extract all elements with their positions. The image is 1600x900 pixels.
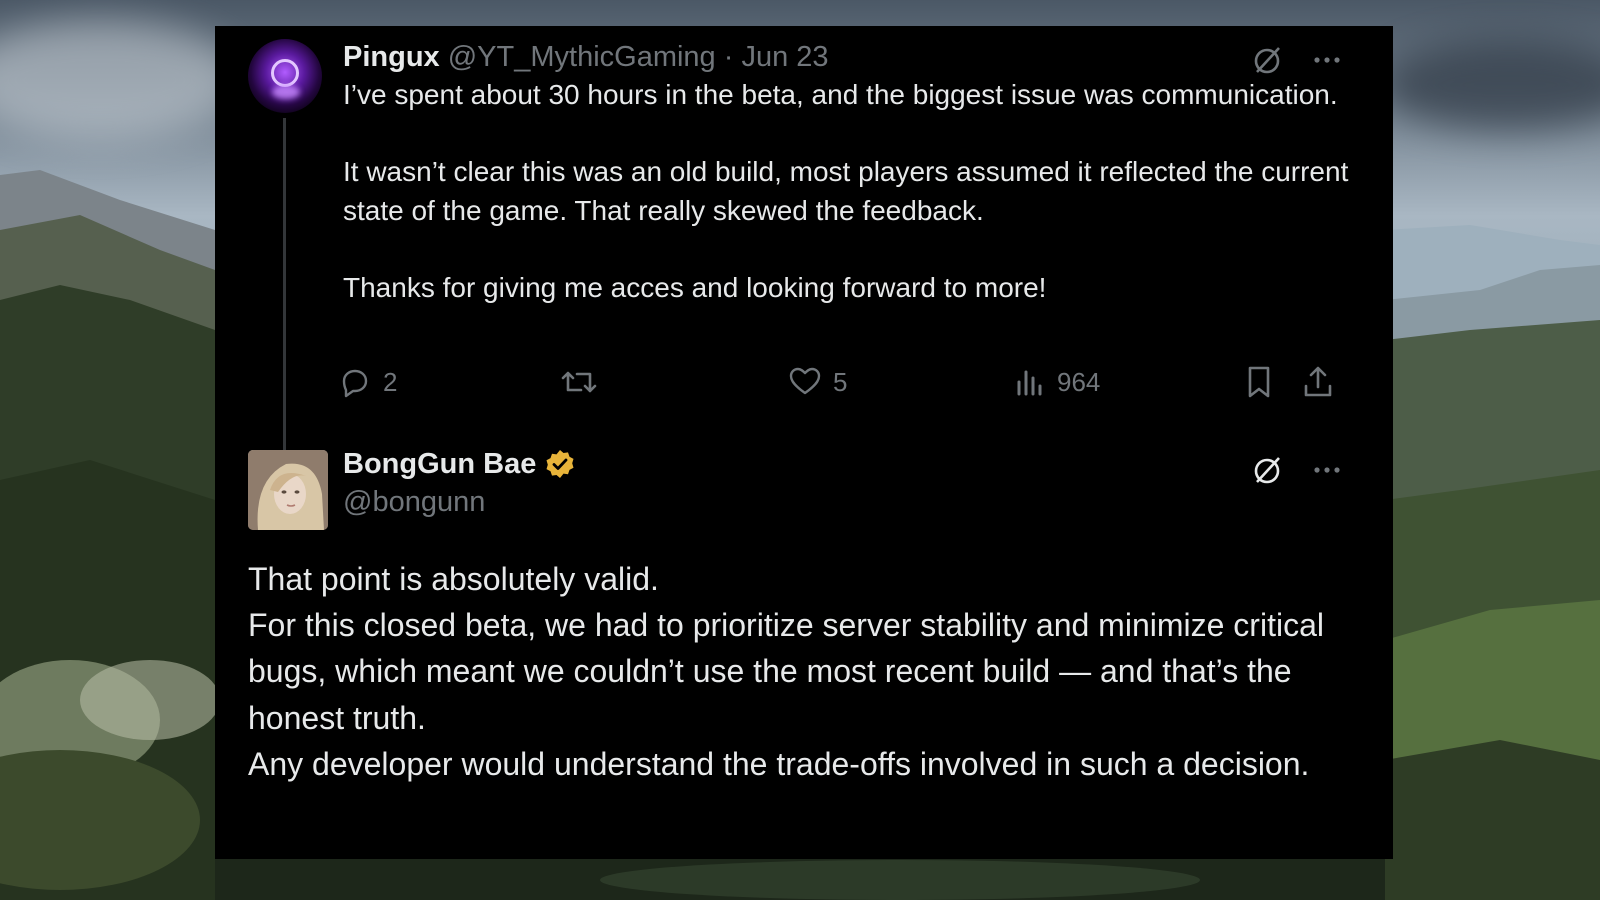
user-handle[interactable]: @YT_MythicGaming	[448, 41, 716, 73]
tweet-paragraph: It wasn’t clear this was an old build, m…	[343, 156, 1349, 226]
bookmark-icon	[1248, 366, 1270, 398]
tweet-header: BongGun Bae @bongunn	[343, 444, 576, 522]
like-count: 5	[833, 366, 848, 397]
more-icon[interactable]	[1308, 451, 1346, 489]
like-icon	[789, 367, 821, 395]
display-name[interactable]: BongGun Bae	[343, 444, 536, 484]
share-icon	[1304, 366, 1332, 397]
bookmark-button[interactable]	[1243, 362, 1275, 402]
separator: ·	[723, 41, 734, 73]
tweet-line: Any developer would understand the trade…	[248, 745, 1310, 782]
grok-icon[interactable]	[1248, 41, 1286, 79]
views-button[interactable]: 964	[1015, 362, 1100, 402]
reply-icon	[342, 369, 368, 398]
tweet-text: That point is absolutely valid. For this…	[248, 556, 1368, 787]
reply-count: 2	[383, 366, 398, 397]
avatar[interactable]	[248, 450, 328, 530]
retweet-icon	[561, 371, 597, 393]
tweet-date[interactable]: Jun 23	[741, 41, 828, 73]
tweet-paragraph: I’ve spent about 30 hours in the beta, a…	[343, 79, 1338, 110]
tweet-paragraph: Thanks for giving me acces and looking f…	[343, 271, 1047, 303]
views-icon	[1017, 370, 1042, 396]
tweet-header: Pingux @YT_MythicGaming · Jun 23	[343, 37, 829, 77]
verified-badge-icon	[546, 450, 574, 478]
grok-icon[interactable]	[1248, 451, 1286, 489]
reply-button[interactable]: 2	[337, 362, 397, 402]
thread-connector	[283, 118, 286, 470]
tweet-line: That point is absolutely valid.	[248, 561, 659, 597]
tweet-text: I’ve spent about 30 hours in the beta, a…	[343, 76, 1353, 307]
more-icon[interactable]	[1308, 41, 1346, 79]
share-button[interactable]	[1300, 362, 1336, 402]
like-button[interactable]: 5	[787, 362, 847, 402]
display-name[interactable]: Pingux	[343, 41, 440, 73]
tweet-card: Pingux @YT_MythicGaming · Jun 23 I’ve sp…	[215, 26, 1393, 859]
view-count: 964	[1057, 366, 1101, 397]
tweet-line: For this closed beta, we had to prioriti…	[248, 607, 1324, 736]
retweet-button[interactable]	[559, 362, 599, 402]
user-handle[interactable]: @bongunn	[343, 482, 576, 522]
avatar[interactable]	[248, 39, 322, 113]
